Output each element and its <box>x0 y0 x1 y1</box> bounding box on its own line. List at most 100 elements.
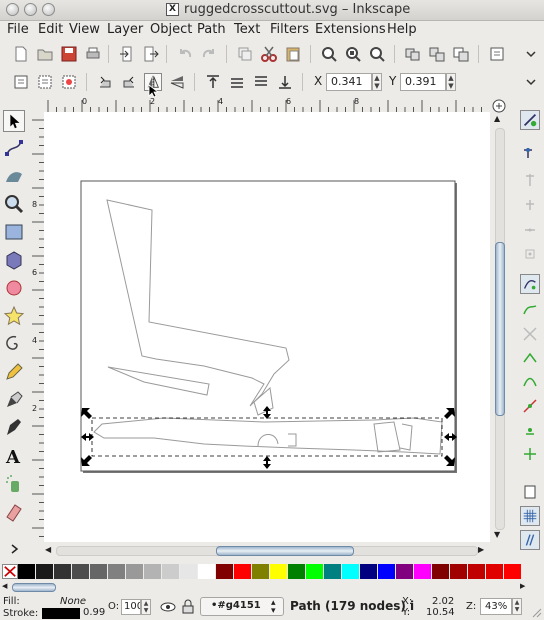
open-folder-icon[interactable] <box>36 45 54 63</box>
3d-box-tool-icon[interactable] <box>3 249 25 271</box>
palette-scrollbar[interactable]: ◀ ▶ <box>2 582 525 592</box>
snap-midpoints-icon[interactable] <box>520 396 540 416</box>
current-layer-dropdown[interactable]: •#g4151 ▴ ▾ <box>200 597 284 616</box>
snap-toggle-icon[interactable] <box>520 110 540 130</box>
scroll-right-arrow[interactable]: ▶ <box>478 545 484 554</box>
palette-swatch[interactable] <box>216 564 233 579</box>
snap-smooth-nodes-icon[interactable] <box>520 372 540 392</box>
palette-swatch[interactable] <box>18 564 35 579</box>
vertical-scrollbar[interactable]: ▲ ▼ <box>492 112 506 542</box>
snap-object-centers-icon[interactable] <box>520 420 540 440</box>
palette-swatch[interactable] <box>126 564 143 579</box>
horizontal-ruler[interactable]: 0 2 4 6 8 <box>44 97 490 113</box>
horizontal-scroll-thumb[interactable] <box>216 546 354 556</box>
star-tool-icon[interactable] <box>3 305 25 327</box>
paste-icon[interactable] <box>284 45 302 63</box>
pen-tool-icon[interactable] <box>3 389 25 411</box>
snap-guides-icon[interactable] <box>520 530 540 550</box>
opacity-input[interactable]: 100 <box>121 599 141 615</box>
menu-file[interactable]: File <box>7 22 29 37</box>
palette-swatch[interactable] <box>450 564 467 579</box>
palette-scroll-right-arrow[interactable]: ▶ <box>520 582 525 590</box>
menu-layer[interactable]: Layer <box>107 22 143 37</box>
menu-text[interactable]: Text <box>234 22 260 37</box>
flip-vertical-icon[interactable] <box>168 73 186 91</box>
fill-value[interactable]: None <box>60 596 86 607</box>
undo-icon[interactable] <box>176 45 194 63</box>
menu-path[interactable]: Path <box>197 22 226 37</box>
zoom-spinner[interactable]: ▲ ▼ <box>512 598 522 615</box>
scroll-down-arrow[interactable]: ▼ <box>494 530 500 539</box>
deselect-icon[interactable] <box>60 73 78 91</box>
palette-swatch[interactable] <box>342 564 359 579</box>
vertical-scroll-thumb[interactable] <box>495 242 505 416</box>
palette-swatch[interactable] <box>270 564 287 579</box>
snap-bbox-edges-icon[interactable] <box>520 170 540 190</box>
rotate-cw-icon[interactable] <box>120 73 138 91</box>
x-coordinate-spinner[interactable]: ▲ ▼ <box>372 73 382 91</box>
text-tool-icon[interactable]: A <box>3 445 25 467</box>
redo-icon[interactable] <box>200 45 218 63</box>
tweak-tool-icon[interactable] <box>3 164 25 186</box>
no-paint-swatch-icon[interactable] <box>2 564 18 579</box>
palette-swatch[interactable] <box>144 564 161 579</box>
menu-help[interactable]: Help <box>387 22 417 37</box>
menu-view[interactable]: View <box>69 22 100 37</box>
palette-swatch[interactable] <box>90 564 107 579</box>
scroll-up-arrow[interactable]: ▲ <box>494 114 500 123</box>
raise-to-top-icon[interactable] <box>204 73 222 91</box>
zoom-drawing-icon[interactable] <box>344 45 362 63</box>
palette-swatch[interactable] <box>306 564 323 579</box>
palette-swatch[interactable] <box>36 564 53 579</box>
palette-swatch[interactable] <box>504 564 521 579</box>
controls-overflow-chevron-icon[interactable] <box>522 73 540 91</box>
selector-tool-icon[interactable] <box>3 110 25 132</box>
select-all-layers-icon[interactable] <box>36 73 54 91</box>
node-tool-icon[interactable] <box>3 137 25 159</box>
toolbox-overflow-chevron-icon[interactable] <box>8 542 22 556</box>
document-properties-icon[interactable] <box>488 45 506 63</box>
eraser-tool-icon[interactable] <box>3 501 25 523</box>
print-icon[interactable] <box>84 45 102 63</box>
snap-rotation-centers-icon[interactable] <box>520 444 540 464</box>
palette-swatch[interactable] <box>432 564 449 579</box>
palette-swatch[interactable] <box>396 564 413 579</box>
palette-swatch[interactable] <box>72 564 89 579</box>
menu-extensions[interactable]: Extensions <box>315 22 386 37</box>
spray-tool-icon[interactable] <box>3 473 25 495</box>
x-coordinate-input[interactable]: 0.341 <box>326 73 372 91</box>
lower-to-bottom-icon[interactable] <box>276 73 294 91</box>
select-all-icon[interactable] <box>12 73 30 91</box>
opacity-spinner[interactable]: ▲ ▼ <box>141 599 151 615</box>
import-icon[interactable] <box>118 45 136 63</box>
zoom-correction-icon[interactable] <box>492 99 506 113</box>
close-window-button[interactable] <box>6 3 19 16</box>
cut-icon[interactable] <box>260 45 278 63</box>
snap-bbox-centers-icon[interactable] <box>520 244 540 264</box>
stroke-color-swatch[interactable] <box>42 608 80 619</box>
zoom-tool-icon[interactable] <box>3 193 25 215</box>
zoom-selection-icon[interactable] <box>320 45 338 63</box>
layer-lock-icon[interactable] <box>182 599 194 614</box>
palette-swatch[interactable] <box>288 564 305 579</box>
duplicate-icon[interactable] <box>236 45 254 63</box>
stroke-width-value[interactable]: 0.99 <box>83 607 105 618</box>
rectangle-tool-icon[interactable] <box>3 221 25 243</box>
drawing-canvas[interactable] <box>44 112 490 542</box>
scroll-left-arrow[interactable]: ◀ <box>45 545 51 554</box>
zoom-input[interactable]: 43% <box>480 598 512 615</box>
palette-swatch[interactable] <box>360 564 377 579</box>
snap-bbox-midpoints-icon[interactable] <box>520 218 540 238</box>
minimize-window-button[interactable] <box>24 3 37 16</box>
snap-cusp-nodes-icon[interactable] <box>520 348 540 368</box>
palette-swatch[interactable] <box>198 564 215 579</box>
calligraphy-tool-icon[interactable] <box>3 417 25 439</box>
palette-scroll-thumb[interactable] <box>12 583 56 592</box>
new-document-icon[interactable] <box>12 45 30 63</box>
snap-nodes-icon[interactable] <box>520 274 540 294</box>
resize-grip-icon[interactable] <box>530 606 542 618</box>
y-coordinate-input[interactable]: 0.391 <box>400 73 446 91</box>
palette-swatch[interactable] <box>414 564 431 579</box>
y-coordinate-spinner[interactable]: ▲ ▼ <box>446 73 456 91</box>
palette-swatch[interactable] <box>324 564 341 579</box>
